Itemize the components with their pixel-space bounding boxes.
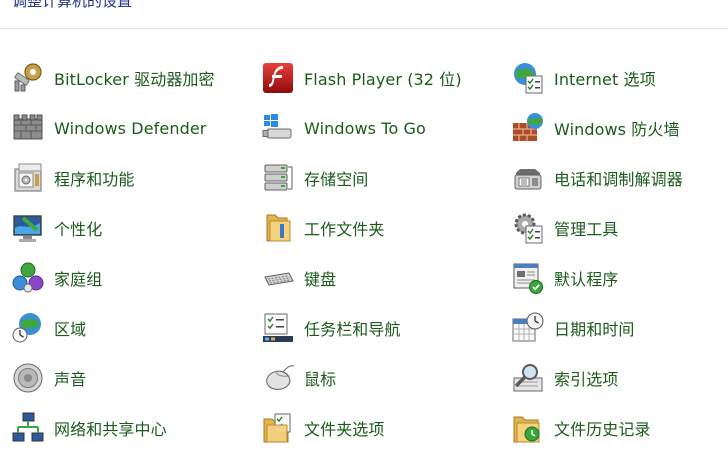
item-label: 文件夹选项 [304, 420, 385, 439]
item-bitlocker[interactable]: BitLocker 驱动器加密 [11, 53, 215, 103]
item-personalization[interactable]: 个性化 [11, 203, 102, 253]
item-network-sharing[interactable]: 网络和共享中心 [11, 403, 167, 453]
item-label: Internet 选项 [554, 70, 656, 89]
item-default-programs[interactable]: 默认程序 [511, 253, 618, 303]
item-label: 网络和共享中心 [54, 420, 167, 439]
folder-options-icon [261, 411, 295, 445]
item-row: 网络和共享中心 文件夹选项 文件历史记录 [0, 403, 728, 453]
item-label: 鼠标 [304, 370, 337, 389]
item-row: Windows Defender Windows To Go Windows 防… [0, 103, 728, 153]
item-label: 个性化 [54, 220, 103, 239]
date-time-icon [511, 311, 545, 345]
item-windows-to-go[interactable]: Windows To Go [261, 103, 426, 153]
work-folders-icon [261, 211, 295, 245]
item-row: 家庭组 键盘 默认程序 [0, 253, 728, 303]
item-file-history[interactable]: 文件历史记录 [511, 403, 651, 453]
programs-features-icon [11, 161, 45, 195]
phone-modem-icon [511, 161, 545, 195]
file-history-icon [511, 411, 545, 445]
storage-spaces-icon [261, 161, 295, 195]
item-row: BitLocker 驱动器加密 Flash Player (32 位) Inte… [0, 53, 728, 103]
item-label: 任务栏和导航 [304, 320, 401, 339]
item-firewall[interactable]: Windows 防火墙 [511, 103, 680, 153]
windows-to-go-icon [261, 111, 295, 145]
item-label: 键盘 [304, 270, 337, 289]
item-phone-modem[interactable]: 电话和调制解调器 [511, 153, 683, 203]
item-mouse[interactable]: 鼠标 [261, 353, 336, 403]
item-label: 存储空间 [304, 170, 369, 189]
item-flash-player[interactable]: Flash Player (32 位) [261, 53, 462, 103]
item-folder-options[interactable]: 文件夹选项 [261, 403, 385, 453]
item-label: 日期和时间 [554, 320, 635, 339]
item-label: 电话和调制解调器 [554, 170, 683, 189]
firewall-icon [511, 111, 545, 145]
homegroup-icon [11, 261, 45, 295]
page-title: 调整计算机的设置 [12, 0, 133, 10]
indexing-options-icon [511, 361, 545, 395]
item-row: 程序和功能 存储空间 电话和调制解调器 [0, 153, 728, 203]
item-sound[interactable]: 声音 [11, 353, 86, 403]
personalization-icon [11, 211, 45, 245]
network-sharing-icon [11, 411, 45, 445]
item-label: 文件历史记录 [554, 420, 651, 439]
item-label: Windows To Go [304, 118, 426, 138]
item-programs-features[interactable]: 程序和功能 [11, 153, 135, 203]
item-work-folders[interactable]: 工作文件夹 [261, 203, 385, 253]
item-label: 默认程序 [554, 270, 619, 289]
item-label: Windows 防火墙 [554, 120, 680, 139]
item-label: 索引选项 [554, 370, 619, 389]
item-row: 区域 任务栏和导航 日期和时间 [0, 303, 728, 353]
internet-options-icon [511, 61, 545, 95]
item-taskbar-navigation[interactable]: 任务栏和导航 [261, 303, 401, 353]
header-divider [0, 28, 728, 29]
item-row: 声音 鼠标 索引选项 [0, 353, 728, 403]
control-panel-items: BitLocker 驱动器加密 Flash Player (32 位) Inte… [0, 53, 728, 453]
item-label: 家庭组 [54, 270, 103, 289]
item-storage-spaces[interactable]: 存储空间 [261, 153, 368, 203]
region-icon [11, 311, 45, 345]
item-indexing-options[interactable]: 索引选项 [511, 353, 618, 403]
mouse-icon [261, 361, 295, 395]
item-row: 个性化 工作文件夹 管理工具 [0, 203, 728, 253]
item-label: BitLocker 驱动器加密 [54, 70, 215, 89]
default-programs-icon [511, 261, 545, 295]
item-label: 区域 [54, 320, 87, 339]
item-label: 程序和功能 [54, 170, 135, 189]
item-admin-tools[interactable]: 管理工具 [511, 203, 618, 253]
item-label: Windows Defender [54, 118, 207, 138]
admin-tools-icon [511, 211, 545, 245]
item-windows-defender[interactable]: Windows Defender [11, 103, 206, 153]
item-label: 管理工具 [554, 220, 619, 239]
item-keyboard[interactable]: 键盘 [261, 253, 336, 303]
bitlocker-key-icon [11, 61, 45, 95]
flash-player-icon [261, 61, 295, 95]
taskbar-navigation-icon [261, 311, 295, 345]
item-region[interactable]: 区域 [11, 303, 86, 353]
item-label: 工作文件夹 [304, 220, 385, 239]
item-homegroup[interactable]: 家庭组 [11, 253, 102, 303]
sound-icon [11, 361, 45, 395]
item-date-time[interactable]: 日期和时间 [511, 303, 635, 353]
keyboard-icon [261, 261, 295, 295]
item-internet-options[interactable]: Internet 选项 [511, 53, 656, 103]
windows-defender-icon [11, 111, 45, 145]
item-label: 声音 [54, 370, 87, 389]
item-label: Flash Player (32 位) [304, 70, 462, 89]
